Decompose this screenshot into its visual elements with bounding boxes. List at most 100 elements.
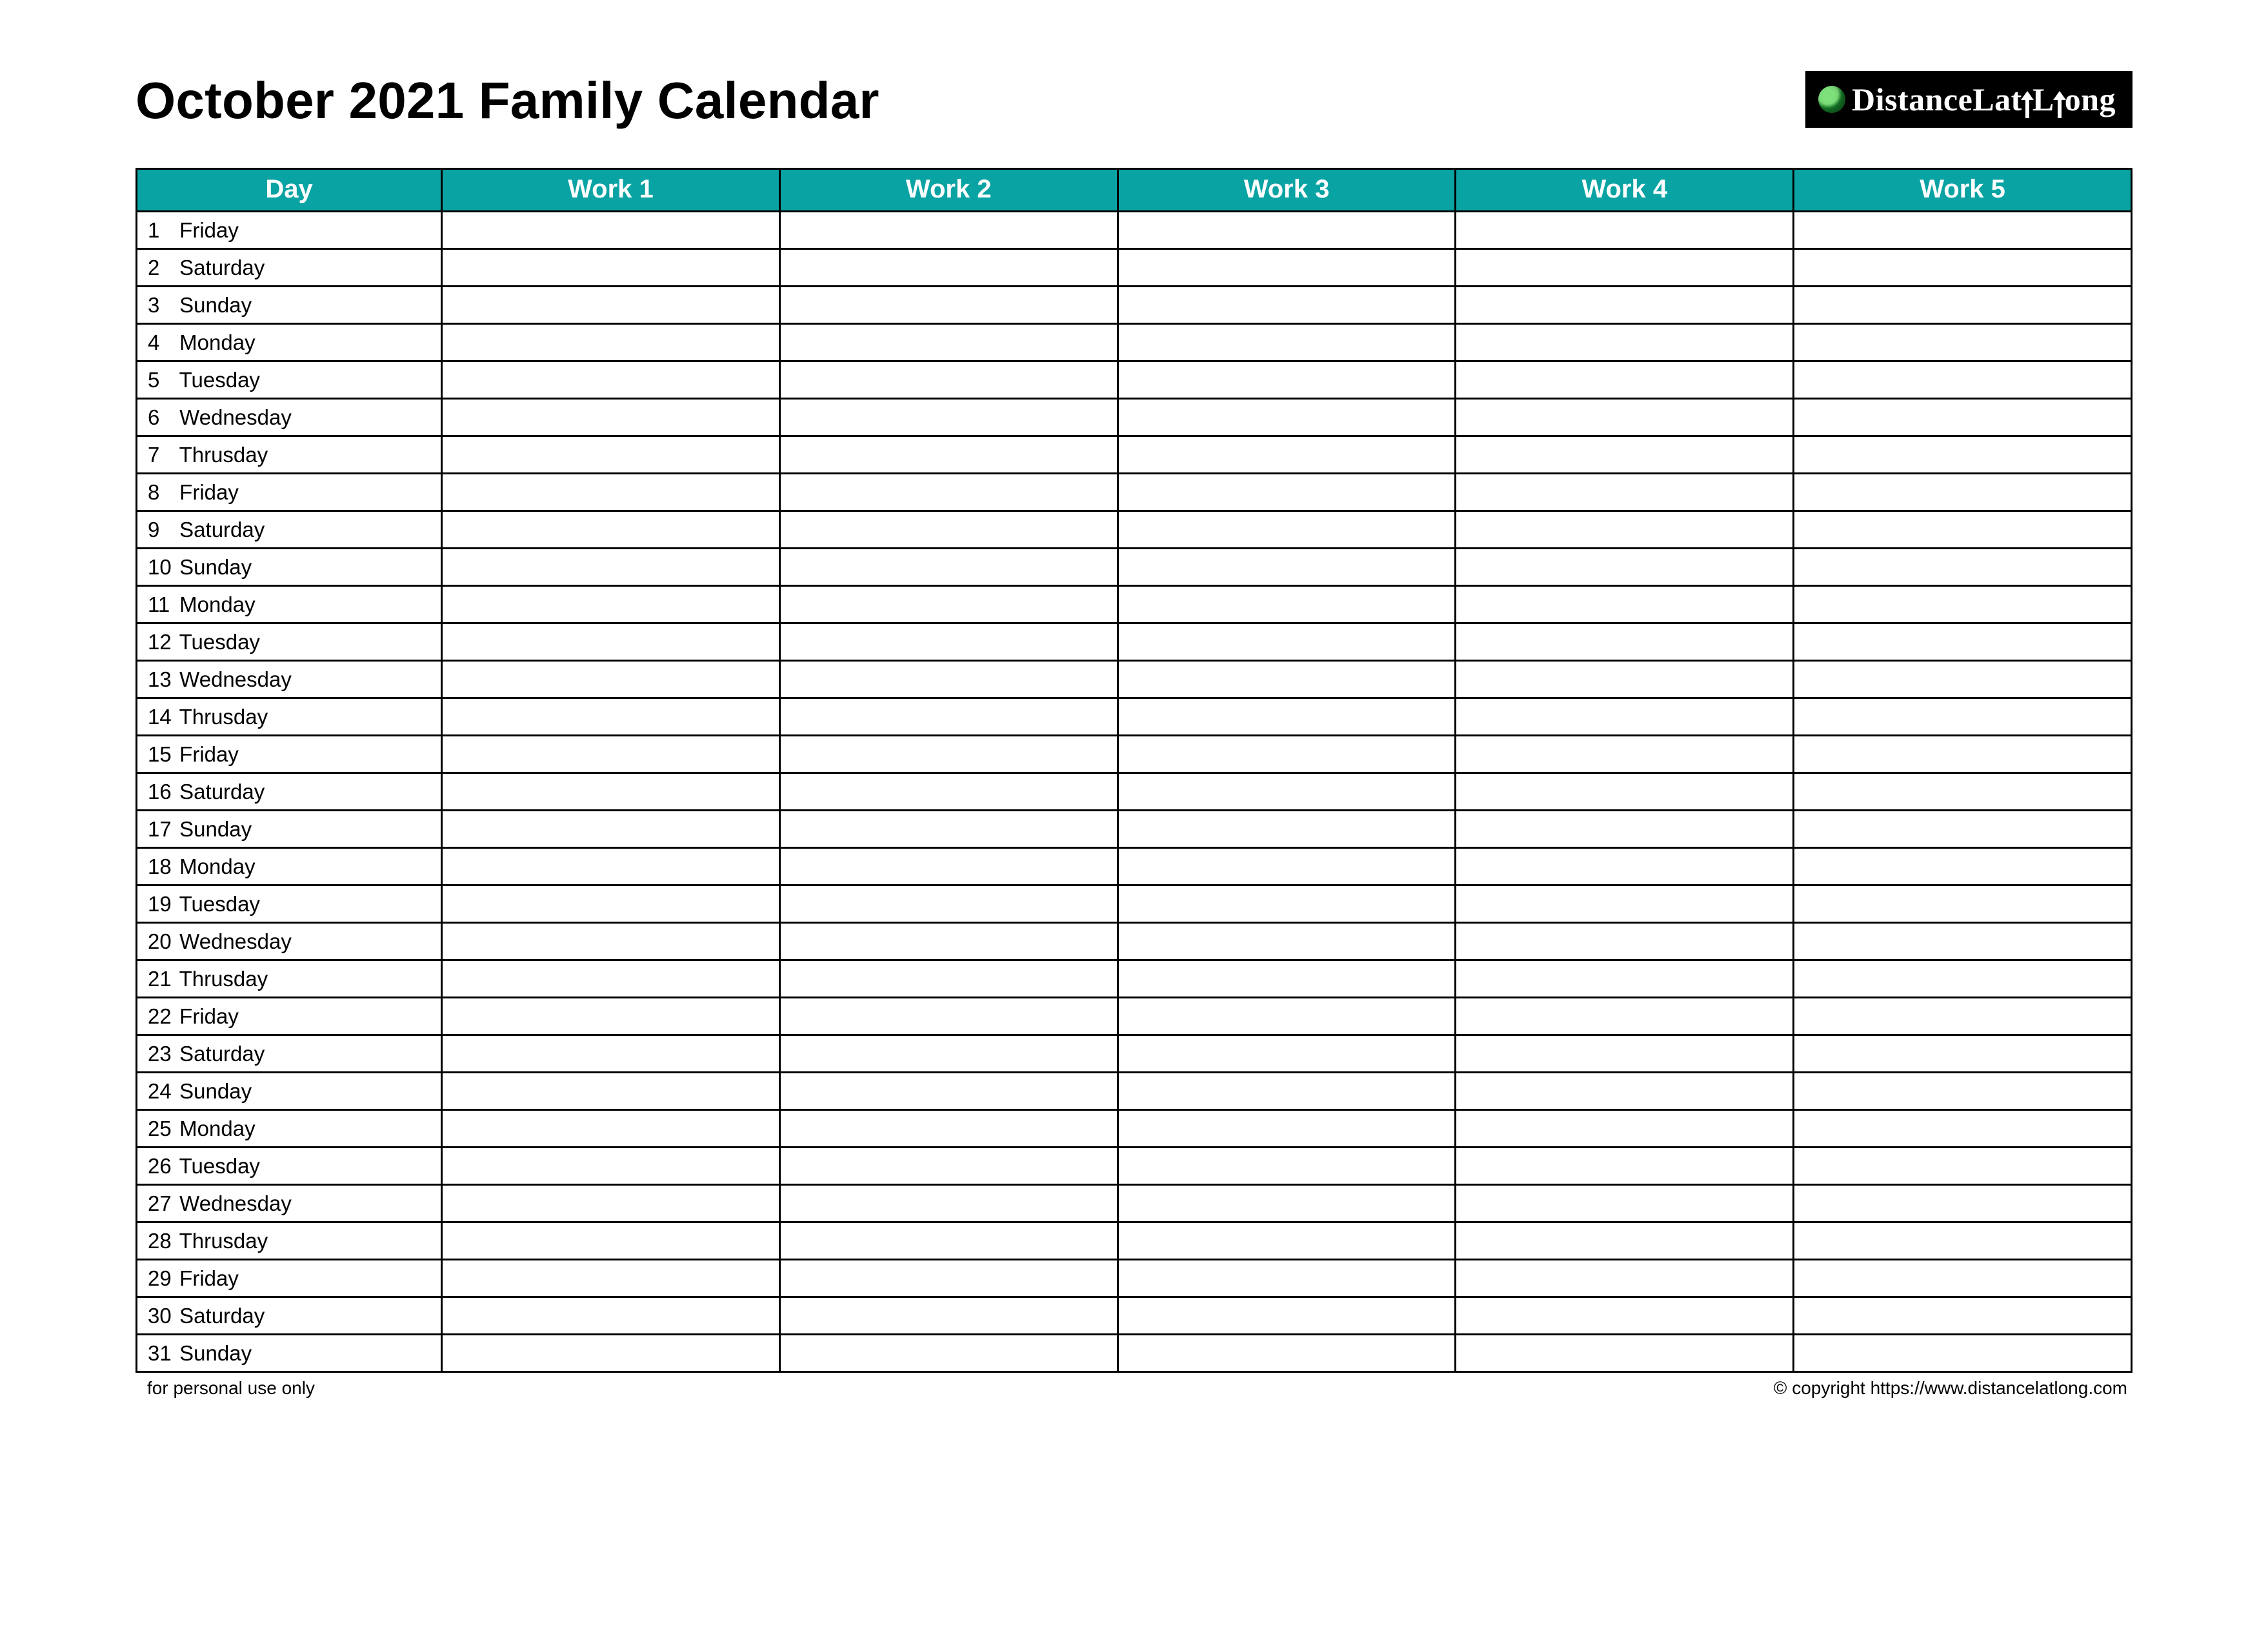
work-cell[interactable] [1794,885,2132,923]
work-cell[interactable] [1456,324,1794,361]
work-cell[interactable] [1794,736,2132,773]
work-cell[interactable] [1456,661,1794,698]
work-cell[interactable] [442,324,780,361]
work-cell[interactable] [1456,1335,1794,1372]
work-cell[interactable] [779,623,1118,661]
work-cell[interactable] [1456,1148,1794,1185]
work-cell[interactable] [1794,249,2132,287]
work-cell[interactable] [1456,998,1794,1035]
work-cell[interactable] [442,549,780,586]
work-cell[interactable] [1118,960,1456,998]
work-cell[interactable] [1118,623,1456,661]
work-cell[interactable] [779,586,1118,623]
work-cell[interactable] [779,773,1118,811]
work-cell[interactable] [779,1222,1118,1260]
work-cell[interactable] [779,736,1118,773]
work-cell[interactable] [442,960,780,998]
work-cell[interactable] [1118,1222,1456,1260]
work-cell[interactable] [1794,623,2132,661]
work-cell[interactable] [779,811,1118,848]
work-cell[interactable] [779,511,1118,549]
work-cell[interactable] [1794,698,2132,736]
work-cell[interactable] [442,249,780,287]
work-cell[interactable] [442,474,780,511]
work-cell[interactable] [779,1110,1118,1148]
work-cell[interactable] [1118,436,1456,474]
work-cell[interactable] [1794,1260,2132,1297]
work-cell[interactable] [1118,1110,1456,1148]
work-cell[interactable] [442,698,780,736]
work-cell[interactable] [1456,474,1794,511]
work-cell[interactable] [1118,998,1456,1035]
work-cell[interactable] [1794,811,2132,848]
work-cell[interactable] [1794,923,2132,960]
work-cell[interactable] [1794,586,2132,623]
work-cell[interactable] [779,361,1118,399]
work-cell[interactable] [1118,1073,1456,1110]
work-cell[interactable] [1118,1297,1456,1335]
work-cell[interactable] [442,1035,780,1073]
work-cell[interactable] [1794,848,2132,885]
work-cell[interactable] [442,923,780,960]
work-cell[interactable] [1456,1222,1794,1260]
work-cell[interactable] [779,436,1118,474]
work-cell[interactable] [1118,848,1456,885]
work-cell[interactable] [442,436,780,474]
work-cell[interactable] [442,287,780,324]
work-cell[interactable] [779,1260,1118,1297]
work-cell[interactable] [1456,1260,1794,1297]
work-cell[interactable] [1456,511,1794,549]
work-cell[interactable] [779,1073,1118,1110]
work-cell[interactable] [442,511,780,549]
work-cell[interactable] [442,1222,780,1260]
work-cell[interactable] [1794,399,2132,436]
work-cell[interactable] [1118,1035,1456,1073]
work-cell[interactable] [779,249,1118,287]
work-cell[interactable] [1456,212,1794,249]
work-cell[interactable] [1456,885,1794,923]
work-cell[interactable] [779,1335,1118,1372]
work-cell[interactable] [442,736,780,773]
work-cell[interactable] [442,1185,780,1222]
work-cell[interactable] [1794,960,2132,998]
work-cell[interactable] [1794,324,2132,361]
work-cell[interactable] [1456,287,1794,324]
work-cell[interactable] [1118,1148,1456,1185]
work-cell[interactable] [1118,287,1456,324]
work-cell[interactable] [1456,1035,1794,1073]
work-cell[interactable] [1456,1110,1794,1148]
work-cell[interactable] [1118,324,1456,361]
work-cell[interactable] [442,399,780,436]
work-cell[interactable] [1456,586,1794,623]
work-cell[interactable] [442,1110,780,1148]
work-cell[interactable] [779,1148,1118,1185]
work-cell[interactable] [1794,773,2132,811]
work-cell[interactable] [1794,1335,2132,1372]
work-cell[interactable] [1456,623,1794,661]
work-cell[interactable] [1118,773,1456,811]
work-cell[interactable] [1794,1297,2132,1335]
work-cell[interactable] [1456,361,1794,399]
work-cell[interactable] [1118,1185,1456,1222]
work-cell[interactable] [779,399,1118,436]
work-cell[interactable] [779,324,1118,361]
work-cell[interactable] [779,698,1118,736]
work-cell[interactable] [1118,811,1456,848]
work-cell[interactable] [442,811,780,848]
work-cell[interactable] [1118,923,1456,960]
work-cell[interactable] [442,1335,780,1372]
work-cell[interactable] [1794,287,2132,324]
work-cell[interactable] [1118,1260,1456,1297]
work-cell[interactable] [442,773,780,811]
work-cell[interactable] [779,1185,1118,1222]
work-cell[interactable] [1118,549,1456,586]
work-cell[interactable] [1794,511,2132,549]
work-cell[interactable] [1794,1185,2132,1222]
work-cell[interactable] [442,1148,780,1185]
work-cell[interactable] [1794,361,2132,399]
work-cell[interactable] [1794,1148,2132,1185]
work-cell[interactable] [779,549,1118,586]
work-cell[interactable] [1118,474,1456,511]
work-cell[interactable] [779,1035,1118,1073]
work-cell[interactable] [1456,549,1794,586]
